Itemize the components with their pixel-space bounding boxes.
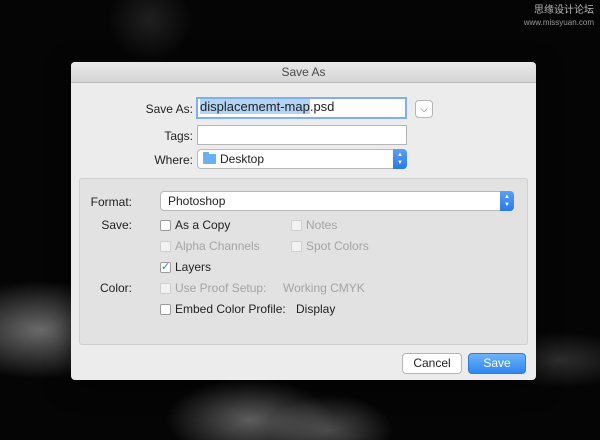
proof-setup-value: Working CMYK (283, 281, 365, 295)
embed-color-profile-checkbox[interactable] (160, 304, 171, 315)
save-as-dialog: Save As Save As: displacememt-map.psd ⌵ … (71, 62, 536, 380)
watermark-url: www.missyuan.com (523, 18, 594, 27)
spot-colors-checkbox[interactable] (291, 241, 302, 252)
watermark: 思缘设计论坛 www.missyuan.com (524, 5, 594, 29)
notes-label: Notes (306, 218, 338, 232)
cancel-button[interactable]: Cancel (402, 353, 462, 374)
filename-selected-text: displacememt-map (200, 99, 310, 114)
where-label: Where: (154, 153, 193, 167)
checkmark-icon: ✓ (161, 261, 171, 273)
alpha-channels-label: Alpha Channels (175, 239, 260, 253)
layers-label: Layers (175, 260, 212, 274)
color-label: Color: (99, 281, 132, 295)
popup-arrows-icon: ▲ ▼ (500, 191, 514, 211)
save-button[interactable]: Save (468, 353, 526, 374)
layers-checkbox[interactable]: ✓ (160, 262, 171, 273)
notes-checkbox[interactable] (291, 220, 302, 231)
popup-arrows-icon: ▲ ▼ (393, 149, 407, 169)
use-proof-setup-label: Use Proof Setup: (175, 281, 267, 295)
use-proof-setup-checkbox[interactable] (160, 283, 171, 294)
expand-dialog-button[interactable]: ⌵ (415, 100, 433, 118)
format-label: Format: (90, 195, 132, 209)
where-value: Desktop (220, 152, 265, 166)
embed-color-profile-label: Embed Color Profile: (175, 302, 286, 316)
as-a-copy-checkbox[interactable] (160, 220, 171, 231)
format-value: Photoshop (168, 194, 226, 208)
where-popup[interactable]: Desktop ▲ ▼ (197, 149, 407, 169)
save-as-label: Save As: (145, 102, 193, 116)
tags-input[interactable] (197, 125, 407, 145)
embed-color-profile-value: Display (296, 302, 336, 316)
alpha-channels-checkbox[interactable] (160, 241, 171, 252)
options-panel: Format: Photoshop ▲ ▼ Save: As a Copy Not… (79, 178, 528, 345)
spot-colors-label: Spot Colors (306, 239, 369, 253)
watermark-text: 思缘设计论坛 (534, 5, 594, 16)
as-a-copy-label: As a Copy (175, 218, 231, 232)
save-as-input[interactable]: displacememt-map.psd (196, 97, 407, 119)
format-popup[interactable]: Photoshop ▲ ▼ (160, 191, 514, 211)
save-options-label: Save: (101, 218, 132, 232)
filename-extension: .psd (309, 99, 335, 114)
folder-icon (203, 152, 216, 164)
dialog-title: Save As (71, 62, 536, 83)
tags-label: Tags: (164, 129, 193, 143)
chevron-down-icon: ⌵ (420, 104, 428, 114)
